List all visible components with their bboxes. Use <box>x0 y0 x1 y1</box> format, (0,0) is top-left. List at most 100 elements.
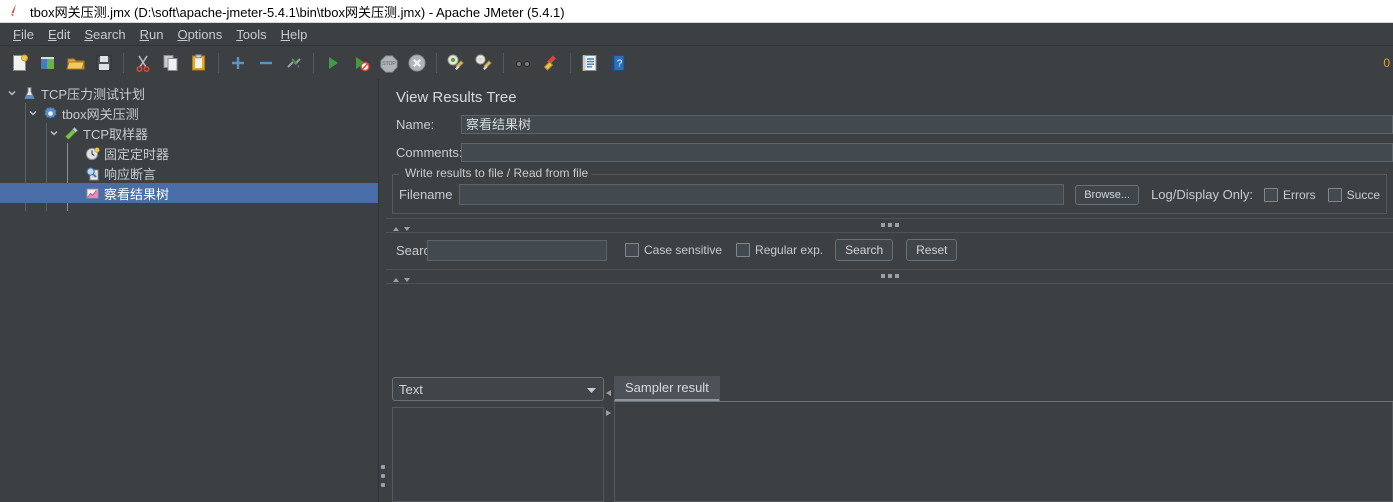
tree-node-thread-group[interactable]: tbox网关压测 <box>0 103 378 123</box>
splitter-arrows[interactable] <box>605 385 612 420</box>
regular-exp-label: Regular exp. <box>755 243 824 257</box>
search-row: Search: Case sensitive Regular exp. Sear… <box>386 233 1393 267</box>
divider-grip[interactable] <box>880 223 899 227</box>
chevron-down-icon[interactable] <box>46 128 62 138</box>
caret-up-icon[interactable] <box>392 272 400 287</box>
view-results-tree-panel: View Results Tree Name: Comments: Write … <box>386 79 1393 502</box>
collapsible-divider-top[interactable] <box>386 218 1393 233</box>
help-icon[interactable]: ? <box>605 50 631 76</box>
comments-row: Comments: <box>386 143 1393 162</box>
copy-icon[interactable] <box>158 50 184 76</box>
results-area: Text Sampler result <box>386 371 1393 502</box>
toolbar-separator <box>123 53 124 73</box>
tree-node-tcp-sampler[interactable]: TCP取样器 <box>0 123 378 143</box>
checkbox-box <box>736 243 751 257</box>
templates-icon[interactable] <box>35 50 61 76</box>
caret-right-icon[interactable] <box>605 405 612 420</box>
name-row: Name: <box>386 115 1393 134</box>
filename-input[interactable] <box>459 184 1065 205</box>
toolbar-separator <box>503 53 504 73</box>
svg-text:STOP: STOP <box>382 61 396 67</box>
start-no-pauses-icon[interactable] <box>348 50 374 76</box>
name-label: Name: <box>396 117 435 132</box>
collapse-all-icon[interactable] <box>253 50 279 76</box>
splitter-grip[interactable] <box>380 465 385 487</box>
renderer-select[interactable]: Text <box>392 377 604 401</box>
menu-tools[interactable]: Tools <box>229 25 273 44</box>
menu-run[interactable]: Run <box>133 25 171 44</box>
clear-all-icon[interactable] <box>471 50 497 76</box>
chevron-down-icon[interactable] <box>25 108 41 118</box>
main-body: TCP压力测试计划 tbox网关压测 TCP取样器 固定定时器 响应断言 察看结… <box>0 79 1393 502</box>
regular-exp-checkbox[interactable]: Regular exp. <box>736 243 823 257</box>
search-reset-icon[interactable] <box>538 50 564 76</box>
write-results-group: Write results to file / Read from file F… <box>392 166 1387 214</box>
clear-icon[interactable] <box>443 50 469 76</box>
successes-checkbox[interactable]: Succe <box>1327 187 1380 202</box>
tab-content-panel[interactable] <box>614 402 1393 502</box>
tree-node-constant-timer[interactable]: 固定定时器 <box>0 143 378 163</box>
tree-node-label: 固定定时器 <box>104 146 170 162</box>
menu-search[interactable]: Search <box>77 25 132 44</box>
case-sensitive-checkbox[interactable]: Case sensitive <box>625 243 722 257</box>
collapsible-divider-bottom[interactable] <box>386 269 1393 284</box>
menu-file[interactable]: File <box>6 25 41 44</box>
renderer-selected-value: Text <box>399 381 423 397</box>
tree-node-label: TCP压力测试计划 <box>41 86 146 102</box>
results-splitter[interactable] <box>604 377 614 502</box>
comments-input[interactable] <box>461 143 1393 162</box>
chevron-down-icon[interactable] <box>4 88 20 98</box>
open-icon[interactable] <box>63 50 89 76</box>
divider-arrows[interactable] <box>392 272 411 287</box>
toolbar-separator <box>436 53 437 73</box>
cut-icon[interactable] <box>130 50 156 76</box>
caret-down-icon[interactable] <box>403 221 411 236</box>
tree-node-view-results-tree[interactable]: 察看结果树 <box>0 183 378 203</box>
tree-panel-splitter[interactable] <box>379 79 386 502</box>
test-plan-icon <box>20 86 38 101</box>
paste-icon[interactable] <box>186 50 212 76</box>
errors-checkbox[interactable]: Errors <box>1263 187 1316 202</box>
tree-node-test-plan[interactable]: TCP压力测试计划 <box>0 83 378 103</box>
caret-up-icon[interactable] <box>392 221 400 236</box>
chevron-down-icon[interactable] <box>586 382 597 397</box>
comments-label: Comments: <box>396 145 463 160</box>
search-icon[interactable] <box>510 50 536 76</box>
filename-row: Filename Browse... Log/Display Only: Err… <box>393 184 1386 205</box>
toggle-icon[interactable] <box>281 50 307 76</box>
menu-help[interactable]: Help <box>274 25 315 44</box>
tcp-sampler-icon <box>62 126 80 141</box>
browse-button[interactable]: Browse... <box>1075 184 1140 205</box>
tree-node-response-assertion[interactable]: 响应断言 <box>0 163 378 183</box>
toolbar-separator <box>570 53 571 73</box>
case-sensitive-label: Case sensitive <box>644 243 723 257</box>
results-list[interactable] <box>392 407 604 502</box>
name-input[interactable] <box>461 115 1393 134</box>
result-detail-tabs: Sampler result <box>614 376 1393 502</box>
tree-node-label: TCP取样器 <box>83 126 149 142</box>
expand-all-icon[interactable] <box>225 50 251 76</box>
search-input[interactable] <box>427 239 607 261</box>
log-display-only-label: Log/Display Only: <box>1151 187 1253 202</box>
function-helper-icon[interactable] <box>577 50 603 76</box>
tree-node-label: 响应断言 <box>104 166 157 182</box>
filename-label: Filename <box>399 187 453 202</box>
timer-icon <box>83 146 101 161</box>
divider-grip[interactable] <box>880 274 899 278</box>
search-button[interactable]: Search <box>835 239 894 261</box>
tab-sampler-result[interactable]: Sampler result <box>614 376 720 401</box>
divider-arrows[interactable] <box>392 221 411 236</box>
shutdown-icon[interactable] <box>404 50 430 76</box>
caret-down-icon[interactable] <box>403 272 411 287</box>
menu-edit[interactable]: Edit <box>41 25 77 44</box>
stop-icon[interactable]: STOP <box>376 50 402 76</box>
new-icon[interactable] <box>7 50 33 76</box>
assertion-icon <box>83 166 101 181</box>
start-icon[interactable] <box>320 50 346 76</box>
error-counter[interactable]: 0 <box>1383 56 1390 70</box>
caret-left-icon[interactable] <box>605 385 612 400</box>
search-label: Search: <box>396 242 441 258</box>
reset-button[interactable]: Reset <box>906 239 958 261</box>
save-icon[interactable] <box>91 50 117 76</box>
menu-options[interactable]: Options <box>170 25 229 44</box>
